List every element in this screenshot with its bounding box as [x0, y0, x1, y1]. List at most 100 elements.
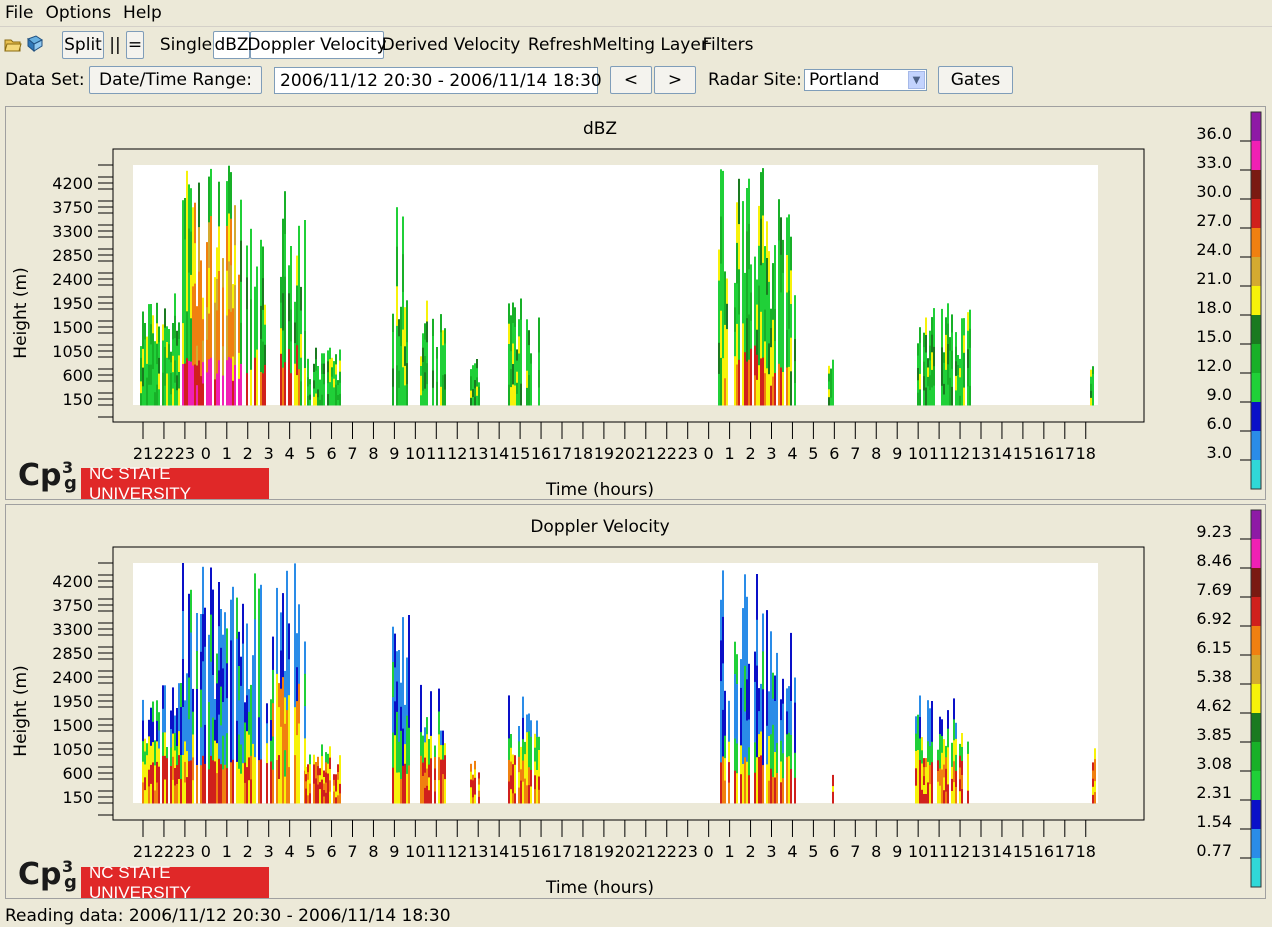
menu-options[interactable]: Options	[39, 0, 117, 27]
heatmap-cell	[270, 740, 272, 762]
heatmap-cell	[442, 745, 444, 761]
date-range-field[interactable]: 2006/11/12 20:30 - 2006/11/14 18:30	[274, 67, 602, 94]
heatmap-cell	[230, 358, 232, 406]
heatmap-cell	[919, 781, 921, 804]
heatmap-cell	[172, 372, 174, 390]
heatmap-cell	[430, 713, 432, 737]
pause-button[interactable]: ||	[106, 31, 124, 59]
heatmap-cell	[146, 336, 148, 351]
heatmap-cell	[284, 319, 286, 363]
heatmap-cell	[520, 341, 522, 363]
x-tick-label: 5	[306, 444, 316, 463]
heatmap-cell	[170, 766, 172, 785]
heatmap-cell	[188, 360, 190, 406]
heatmap-cell	[967, 367, 969, 387]
heatmap-cell	[514, 346, 516, 367]
heatmap-cell	[154, 752, 156, 766]
heatmap-cell	[536, 753, 538, 771]
doppler-velocity-button[interactable]: Doppler Velocity	[247, 31, 387, 59]
refresh-button[interactable]: Refresh	[525, 31, 595, 59]
heatmap-cell	[286, 710, 288, 757]
heatmap-cell	[927, 782, 929, 804]
heatmap-cell	[236, 597, 238, 640]
colorbar-label: 24.0	[1196, 240, 1232, 259]
heatmap-cell	[254, 573, 256, 620]
derived-velocity-button[interactable]: Derived Velocity	[382, 31, 521, 59]
chevron-down-icon[interactable]: ▼	[908, 71, 925, 89]
heatmap-cell	[398, 680, 400, 712]
heatmap-cell	[182, 611, 184, 660]
colorbar-swatch	[1251, 568, 1261, 598]
heatmap-cell	[923, 794, 925, 804]
heatmap-cell	[200, 376, 202, 406]
heatmap-cell	[510, 315, 512, 334]
heatmap-cell	[240, 685, 242, 716]
doppler-chart: Doppler Velocity420037503300285024001950…	[11, 509, 1262, 898]
heatmap-cell	[510, 369, 512, 388]
previous-button[interactable]: <	[610, 66, 652, 94]
heatmap-cell	[260, 584, 262, 629]
heatmap-cell	[915, 768, 917, 787]
heatmap-cell	[432, 318, 434, 337]
heatmap-cell	[772, 776, 774, 804]
heatmap-cell	[325, 782, 327, 794]
dbz-button[interactable]: dBZ	[213, 31, 250, 59]
menu-file[interactable]: File	[0, 0, 39, 27]
heatmap-cell	[424, 757, 426, 774]
heatmap-cell	[226, 181, 228, 227]
chart-title: Doppler Velocity	[530, 517, 669, 537]
x-tick-label: 17	[1055, 842, 1075, 861]
heatmap-cell	[218, 271, 220, 317]
heatmap-cell	[402, 329, 404, 368]
heatmap-cell	[756, 619, 758, 667]
heatmap-cell	[947, 303, 949, 325]
heatmap-cell	[438, 780, 440, 804]
heatmap-cell	[782, 272, 784, 307]
heatmap-cell	[720, 640, 722, 682]
split-button[interactable]: Split	[62, 31, 104, 59]
heatmap-cell	[200, 347, 202, 377]
heatmap-cell	[202, 362, 204, 385]
heatmap-cell	[444, 374, 446, 391]
heatmap-cell	[768, 251, 770, 283]
open-folder-icon[interactable]	[4, 35, 22, 58]
heatmap-cell	[238, 378, 240, 406]
heatmap-cell	[329, 746, 331, 759]
save-icon[interactable]	[26, 35, 44, 58]
heatmap-cell	[284, 191, 286, 235]
heatmap-cell	[770, 768, 772, 804]
heatmap-cell	[319, 384, 321, 391]
single-button[interactable]: Single	[159, 31, 213, 59]
heatmap-cell	[304, 673, 306, 707]
heatmap-cell	[192, 757, 194, 781]
heatmap-cell	[768, 343, 770, 375]
heatmap-cell	[951, 350, 953, 370]
heatmap-cell	[150, 726, 152, 747]
date-time-range-button[interactable]: Date/Time Range:	[89, 66, 262, 94]
heatmap-cell	[198, 316, 200, 361]
heatmap-cell	[782, 306, 784, 340]
radar-site-select[interactable]: Portland ▼	[804, 69, 927, 91]
heatmap-cell	[305, 795, 307, 804]
heatmap-cell	[931, 741, 933, 763]
heatmap-cell	[232, 630, 234, 674]
heatmap-cell	[156, 384, 158, 406]
gates-button[interactable]: Gates	[938, 66, 1013, 94]
heatmap-cell	[528, 375, 530, 391]
heatmap-cell	[742, 201, 744, 243]
heatmap-cell	[406, 744, 408, 775]
menu-help[interactable]: Help	[117, 0, 168, 27]
next-button[interactable]: >	[654, 66, 696, 94]
heatmap-cell	[188, 719, 190, 762]
heatmap-cell	[142, 367, 144, 387]
equal-button[interactable]: =	[126, 31, 144, 59]
heatmap-cell	[522, 739, 524, 761]
melting-layer-button[interactable]: Melting Layer	[592, 31, 708, 59]
heatmap-cell	[917, 355, 919, 369]
heatmap-cell	[788, 686, 790, 710]
heatmap-cell	[272, 736, 274, 771]
heatmap-cell	[182, 659, 184, 708]
filters-button[interactable]: Filters	[703, 31, 754, 59]
heatmap-cell	[428, 751, 430, 766]
heatmap-cell	[526, 767, 528, 786]
